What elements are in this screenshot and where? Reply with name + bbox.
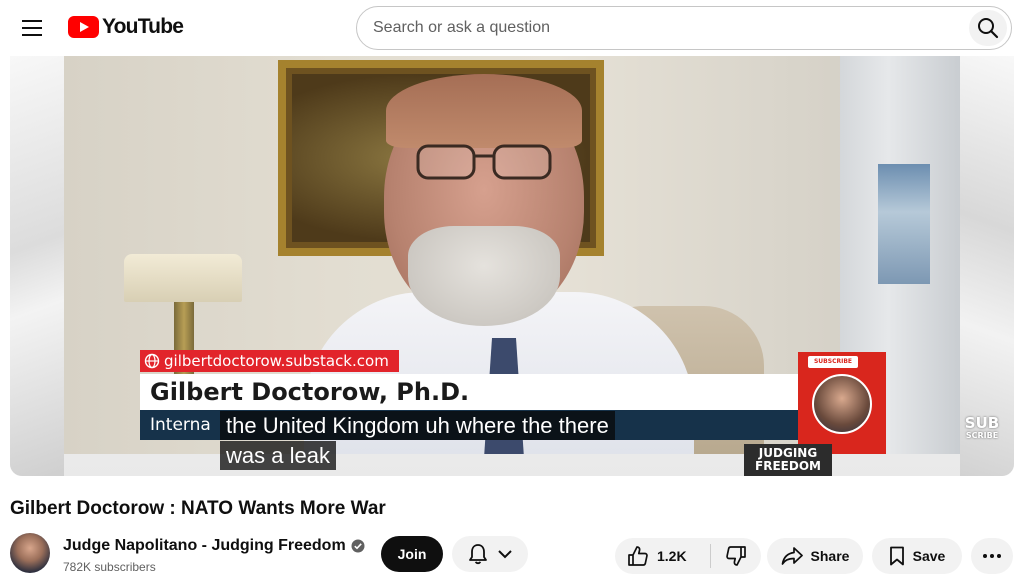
thumbs-up-icon [628,546,648,566]
globe-icon [144,353,160,369]
notification-bell-button[interactable] [452,536,528,572]
caption-line-1: the United Kingdom uh where the there [220,411,615,440]
hamburger-menu-icon [22,20,42,36]
verified-check-icon [351,539,365,553]
brand-name: JUDGING FREEDOM [744,444,832,476]
subscribe-watermark[interactable]: SUB SCRIBE [960,416,1004,456]
speaker-beard [408,226,560,326]
youtube-play-icon [68,16,99,38]
speaker-glasses [416,144,552,180]
masthead: YouTube [0,0,1024,56]
brand-host-photo [812,374,872,434]
more-actions-button[interactable] [971,538,1013,574]
watermark-big-text: SUB [964,414,1000,432]
video-title: Gilbert Doctorow : NATO Wants More War [10,498,386,519]
join-button[interactable]: Join [381,536,443,572]
brand-subscribe-badge: SUBSCRIBE [808,356,858,368]
caption-line-2: was a leak [220,441,336,470]
save-button[interactable]: Save [872,538,962,574]
more-horizontal-icon [983,554,1001,558]
player-side-background-right [960,56,1014,476]
search-box [356,6,1012,50]
share-arrow-icon [781,547,803,565]
dislike-button[interactable] [711,538,761,574]
speaker-hair [386,74,582,148]
share-label: Share [810,548,850,564]
video-frame[interactable]: gilbertdoctorow.substack.com Gilbert Doc… [64,56,960,454]
search-input[interactable] [373,7,953,49]
channel-name-row[interactable]: Judge Napolitano - Judging Freedom [63,537,365,555]
chevron-down-icon [498,550,512,559]
wall-art [878,164,930,284]
player-side-background-left [10,56,64,476]
bell-icon [469,544,487,565]
bookmark-icon [889,546,904,566]
logo-text: YouTube [102,15,184,38]
search-icon [978,18,999,39]
like-dislike-group: 1.2K [615,538,761,574]
channel-name[interactable]: Judge Napolitano - Judging Freedom [63,537,346,555]
search-button[interactable] [969,10,1007,46]
watermark-small-text: SCRIBE [965,431,999,440]
channel-avatar[interactable] [10,533,50,573]
menu-button[interactable] [12,8,52,48]
lower-third-url-text: gilbertdoctorow.substack.com [164,352,389,370]
youtube-logo[interactable]: YouTube [68,15,184,39]
subscriber-count: 782K subscribers [63,560,156,574]
lamp-shade [124,254,242,302]
thumbs-down-icon [726,546,746,566]
lower-third-name: Gilbert Doctorow, Ph.D. [140,374,800,410]
like-count: 1.2K [657,548,687,564]
share-button[interactable]: Share [767,538,863,574]
lower-third-url: gilbertdoctorow.substack.com [140,350,399,372]
save-label: Save [912,548,946,564]
like-button[interactable]: 1.2K [615,538,710,574]
judging-freedom-badge: SUBSCRIBE [798,352,886,454]
